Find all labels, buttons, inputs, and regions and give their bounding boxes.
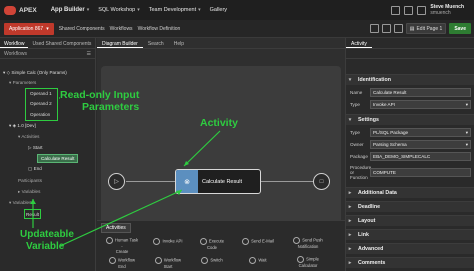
arrow-line	[59, 189, 183, 247]
arrow-line	[183, 130, 221, 167]
annotation-arrows	[30, 97, 221, 247]
arrow-head	[30, 199, 36, 204]
